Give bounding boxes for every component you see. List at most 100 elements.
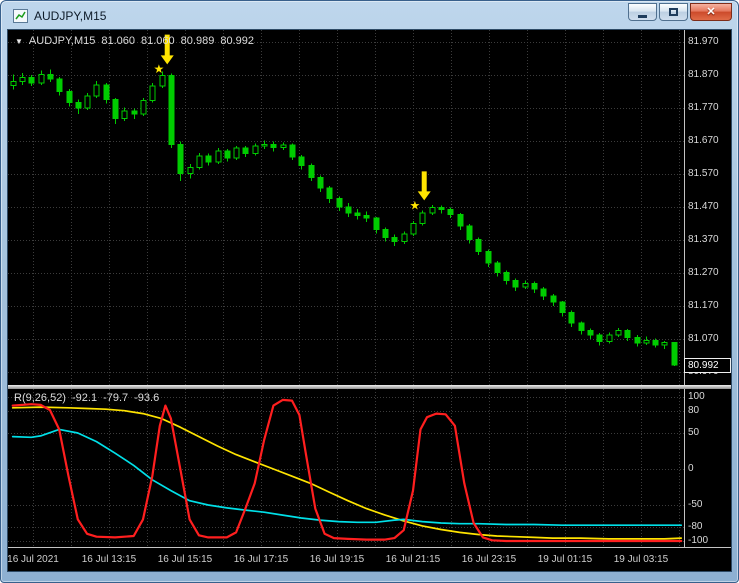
candle-body bbox=[187, 166, 194, 174]
candle-body bbox=[66, 90, 73, 104]
candle-body bbox=[298, 156, 305, 166]
price-label: 81.470 bbox=[688, 201, 719, 212]
time-label: 19 Jul 03:15 bbox=[613, 554, 669, 565]
indicator-name: R(9,26,52) bbox=[14, 392, 66, 404]
candle-body bbox=[47, 73, 54, 80]
indicator-line-red bbox=[11, 398, 683, 543]
candle-body bbox=[615, 330, 622, 336]
sell-star-icon: ★ bbox=[410, 199, 421, 213]
price-label: 81.570 bbox=[688, 167, 719, 179]
legend-symbol: AUDJPY,M15 bbox=[28, 35, 96, 47]
price-label: 81.070 bbox=[688, 333, 719, 345]
candle-body bbox=[550, 295, 557, 303]
sell-star-icon: ★ bbox=[153, 62, 164, 76]
time-label: 16 Jul 17:15 bbox=[233, 554, 289, 565]
indicator-axis-label: -80 bbox=[688, 520, 703, 532]
candle-body bbox=[289, 144, 296, 158]
candle-body bbox=[140, 100, 147, 115]
candle-body bbox=[466, 225, 473, 240]
indicator-axis: 100 80 50 0 -50 -80 -100 bbox=[684, 389, 730, 547]
candle-body bbox=[457, 213, 464, 227]
signal-markers: ★★ bbox=[153, 34, 431, 213]
indicator-value-1: -92.1 bbox=[71, 392, 98, 404]
candle-body bbox=[503, 271, 510, 281]
candle-body bbox=[661, 341, 668, 346]
indicator-chart[interactable] bbox=[8, 389, 684, 547]
candle-body bbox=[419, 212, 426, 225]
current-price-tag: 80.992 bbox=[684, 357, 731, 373]
indicator-axis-label: 100 bbox=[688, 390, 705, 402]
candle-body bbox=[336, 198, 343, 208]
time-label: 16 Jul 15:15 bbox=[157, 554, 213, 565]
candle-body bbox=[159, 75, 166, 87]
candle-body bbox=[512, 279, 519, 288]
candlestick-chart[interactable]: ★★ bbox=[8, 30, 684, 385]
candle-body bbox=[587, 330, 594, 336]
candle-body bbox=[308, 164, 315, 178]
candle-body bbox=[84, 95, 91, 109]
indicator-axis-label: 50 bbox=[688, 427, 700, 438]
window-titlebar[interactable]: AUDJPY,M15 ✕ bbox=[7, 1, 732, 29]
candle-body bbox=[215, 150, 222, 163]
price-axis: 81.970 81.870 81.770 81.670 81.570 81.470 81.3… bbox=[684, 30, 730, 385]
candle-body bbox=[75, 102, 82, 109]
minimize-button[interactable] bbox=[628, 3, 657, 21]
price-label: 81.670 bbox=[688, 134, 719, 146]
time-label: 16 Jul 2021 bbox=[7, 554, 59, 565]
candle-body bbox=[494, 262, 501, 273]
candle-body bbox=[429, 207, 436, 214]
restore-icon bbox=[669, 8, 678, 16]
candles bbox=[10, 69, 678, 366]
legend-low: 80.989 bbox=[180, 35, 215, 47]
candle-body bbox=[596, 334, 603, 343]
chart-window: AUDJPY,M15 ✕ ★ ★ 81.970 81.870 81.770 81.670… bbox=[0, 0, 739, 583]
restore-button[interactable] bbox=[659, 3, 688, 21]
candle-body bbox=[475, 238, 482, 252]
candle-body bbox=[485, 250, 492, 264]
time-label: 16 Jul 21:15 bbox=[385, 554, 441, 565]
candle-body bbox=[382, 228, 389, 238]
candle-body bbox=[559, 301, 566, 314]
candle-body bbox=[643, 339, 650, 344]
candle-body bbox=[224, 150, 231, 159]
legend-dropdown-icon[interactable]: ▼ bbox=[15, 37, 23, 46]
candle-body bbox=[634, 336, 641, 344]
candle-body bbox=[522, 283, 529, 288]
candle-body bbox=[438, 207, 445, 211]
candle-body bbox=[317, 176, 324, 189]
time-label: 19 Jul 01:15 bbox=[537, 554, 593, 565]
candle-body bbox=[391, 236, 398, 243]
candle-body bbox=[19, 77, 26, 83]
candle-body bbox=[28, 77, 35, 84]
candle-body bbox=[93, 84, 100, 97]
minimize-icon bbox=[638, 14, 647, 18]
main-chart-pane: ★ ★ 81.970 81.870 81.770 81.670 81.570 81.470 8… bbox=[8, 30, 731, 385]
close-button[interactable]: ✕ bbox=[690, 3, 732, 21]
price-label: 81.370 bbox=[688, 234, 719, 246]
price-label: 81.770 bbox=[688, 101, 719, 113]
candle-body bbox=[540, 288, 547, 297]
candle-body bbox=[205, 155, 212, 163]
indicator-axis-label: 80 bbox=[688, 405, 700, 417]
legend-close: 80.992 bbox=[220, 35, 254, 47]
candle-body bbox=[112, 99, 119, 120]
candle-body bbox=[652, 339, 659, 346]
time-label: 16 Jul 19:15 bbox=[309, 554, 365, 565]
candle-body bbox=[103, 84, 110, 101]
price-label: 81.170 bbox=[688, 300, 719, 312]
indicator-value-3: -93.6 bbox=[134, 392, 160, 404]
candle-body bbox=[168, 75, 175, 145]
close-icon: ✕ bbox=[706, 5, 716, 18]
indicator-value-2: -79.7 bbox=[103, 392, 129, 404]
indicator-axis-label: 0 bbox=[688, 463, 694, 474]
candle-body bbox=[280, 144, 287, 149]
chart-client-area: ★ ★ 81.970 81.870 81.770 81.670 81.570 81.470 8… bbox=[7, 29, 732, 572]
indicator-grid bbox=[8, 389, 684, 547]
time-label: 16 Jul 23:15 bbox=[461, 554, 517, 565]
candle-body bbox=[326, 187, 333, 200]
candle-body bbox=[149, 85, 156, 102]
price-label: 81.270 bbox=[688, 267, 719, 279]
candle-body bbox=[410, 223, 417, 235]
indicator-axis-label: -50 bbox=[688, 499, 703, 510]
candle-body bbox=[270, 143, 277, 149]
